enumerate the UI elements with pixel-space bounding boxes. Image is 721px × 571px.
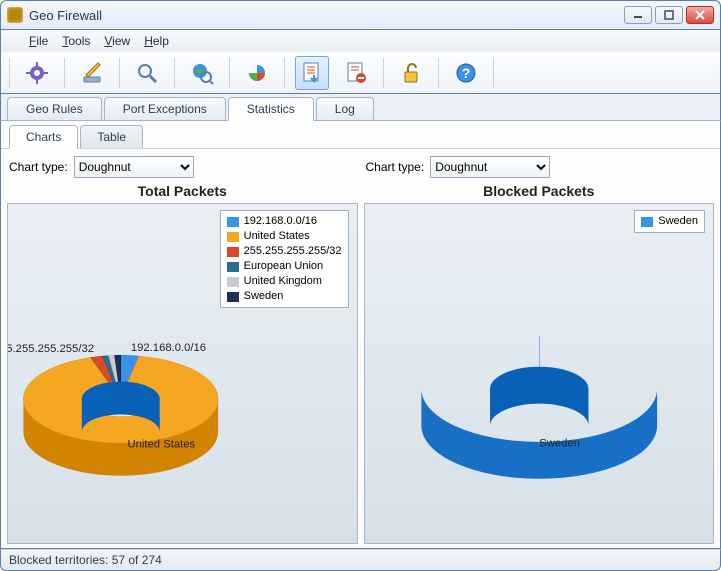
legend-item: United States xyxy=(227,229,342,244)
minimize-button[interactable] xyxy=(624,6,652,24)
gear-icon[interactable] xyxy=(20,56,54,90)
legend-item: Sweden xyxy=(641,214,698,229)
menu-view[interactable]: View xyxy=(104,34,130,48)
svg-text:192.168.0.0/16: 192.168.0.0/16 xyxy=(131,342,206,354)
subtab-charts[interactable]: Charts xyxy=(9,125,78,149)
chart-title-right: Blocked Packets xyxy=(364,183,715,199)
legend-item: 255.255.255.255/32 xyxy=(227,244,342,259)
sub-tabs: Charts Table xyxy=(1,121,720,149)
legend-item: 192.168.0.0/16 xyxy=(227,214,342,229)
menu-tools[interactable]: Tools xyxy=(62,34,90,48)
chart-canvas-left: United States255.255.255.255/32192.168.0… xyxy=(7,203,358,544)
chart-type-label-left: Chart type: xyxy=(9,160,68,174)
window-buttons xyxy=(624,6,714,24)
statusbar: Blocked territories: 57 of 274 xyxy=(0,549,721,571)
toolbar: ? xyxy=(0,52,721,94)
subtab-table[interactable]: Table xyxy=(80,125,143,148)
menubar: File Tools View Help xyxy=(0,30,721,52)
chart-title-left: Total Packets xyxy=(7,183,358,199)
legend-right: Sweden xyxy=(634,210,705,233)
tab-port-exceptions[interactable]: Port Exceptions xyxy=(104,97,226,120)
close-button[interactable] xyxy=(686,6,714,24)
status-text: Blocked territories: 57 of 274 xyxy=(9,553,162,567)
chart-type-label-right: Chart type: xyxy=(366,160,425,174)
legend-item: European Union xyxy=(227,259,342,274)
menu-help[interactable]: Help xyxy=(144,34,169,48)
chart-right-column: Chart type: Doughnut Blocked Packets Swe… xyxy=(364,153,715,544)
tab-statistics[interactable]: Statistics xyxy=(228,97,314,121)
svg-text:United States: United States xyxy=(128,438,196,450)
help-icon[interactable]: ? xyxy=(449,56,483,90)
unlock-icon[interactable] xyxy=(394,56,428,90)
tab-geo-rules[interactable]: Geo Rules xyxy=(7,97,102,120)
svg-text:?: ? xyxy=(462,65,471,81)
chart-type-select-right[interactable]: Doughnut xyxy=(430,156,550,178)
tab-log[interactable]: Log xyxy=(316,97,374,120)
window-title: Geo Firewall xyxy=(29,8,624,23)
chart-left-column: Chart type: Doughnut Total Packets Unite… xyxy=(7,153,358,544)
log-down-icon[interactable] xyxy=(295,56,329,90)
maximize-button[interactable] xyxy=(655,6,683,24)
chart-row: Chart type: Doughnut Total Packets Unite… xyxy=(1,149,720,548)
pie-chart-icon[interactable] xyxy=(240,56,274,90)
edit-icon[interactable] xyxy=(75,56,109,90)
globe-search-icon[interactable] xyxy=(185,56,219,90)
app-icon xyxy=(7,7,23,23)
content-area: Charts Table Chart type: Doughnut Total … xyxy=(0,120,721,549)
svg-text:Sweden: Sweden xyxy=(539,438,580,450)
legend-left: 192.168.0.0/16United States255.255.255.2… xyxy=(220,210,349,308)
main-tabs: Geo Rules Port Exceptions Statistics Log xyxy=(0,94,721,120)
log-clear-icon[interactable] xyxy=(339,56,373,90)
chart-type-select-left[interactable]: Doughnut xyxy=(74,156,194,178)
legend-item: United Kingdom xyxy=(227,274,342,289)
legend-item: Sweden xyxy=(227,289,342,304)
search-icon[interactable] xyxy=(130,56,164,90)
svg-text:255.255.255.255/32: 255.255.255.255/32 xyxy=(8,343,94,355)
menu-file[interactable]: File xyxy=(29,34,48,48)
chart-canvas-right: Sweden Sweden xyxy=(364,203,715,544)
titlebar: Geo Firewall xyxy=(0,0,721,30)
